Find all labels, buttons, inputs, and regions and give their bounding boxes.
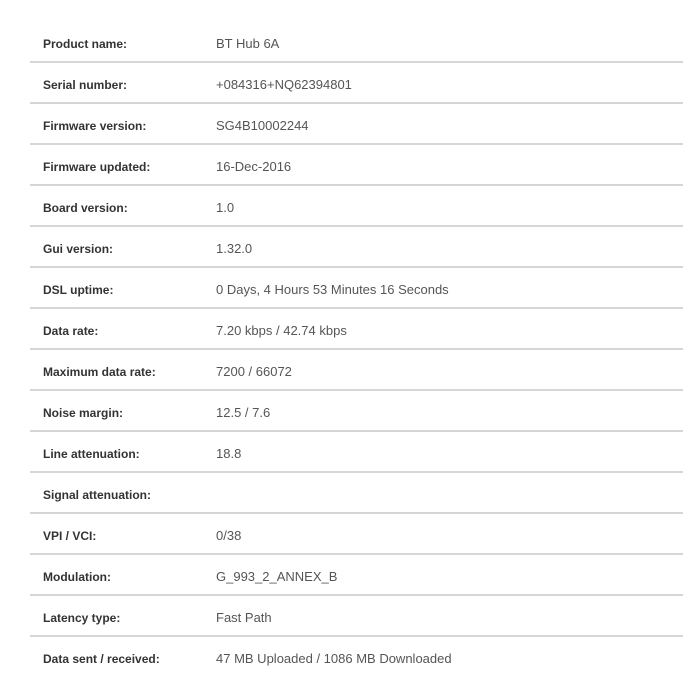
info-label: Data sent / received: — [43, 652, 160, 666]
info-row-line-attenuation: Line attenuation: 18.8 — [0, 432, 683, 473]
info-label: Board version: — [43, 201, 128, 215]
info-label: Firmware version: — [43, 119, 147, 133]
info-label: Gui version: — [43, 242, 114, 256]
info-value: G_993_2_ANNEX_B — [216, 569, 338, 584]
info-row-latency-type: Latency type: Fast Path — [0, 596, 683, 637]
info-label: Data rate: — [43, 324, 99, 338]
info-label: Product name: — [43, 37, 128, 51]
info-label: DSL uptime: — [43, 283, 114, 297]
info-row-maximum-data-rate: Maximum data rate: 7200 / 66072 — [0, 350, 683, 391]
info-row-firmware-updated: Firmware updated: 16-Dec-2016 — [0, 145, 683, 186]
info-row-serial-number: Serial number: +084316+NQ62394801 — [0, 63, 683, 104]
info-value: Fast Path — [216, 610, 272, 625]
info-row-gui-version: Gui version: 1.32.0 — [0, 227, 683, 268]
info-value: +084316+NQ62394801 — [216, 77, 352, 92]
info-value: 7200 / 66072 — [216, 364, 292, 379]
info-value: 16-Dec-2016 — [216, 159, 292, 174]
info-label: Latency type: — [43, 611, 121, 625]
info-value: 47 MB Uploaded / 1086 MB Downloaded — [216, 651, 452, 666]
info-value: 1.32.0 — [216, 241, 253, 256]
info-label: Serial number: — [43, 78, 128, 92]
info-label: VPI / VCI: — [43, 529, 97, 543]
info-row-noise-margin: Noise margin: 12.5 / 7.6 — [0, 391, 683, 432]
info-row-dsl-uptime: DSL uptime: 0 Days, 4 Hours 53 Minutes 1… — [0, 268, 683, 309]
info-row-signal-attenuation: Signal attenuation: — [0, 473, 683, 514]
info-label: Line attenuation: — [43, 447, 140, 461]
info-row-board-version: Board version: 1.0 — [0, 186, 683, 227]
info-row-vpi-vci: VPI / VCI: 0/38 — [0, 514, 683, 555]
info-row-data-sent-received: Data sent / received: 47 MB Uploaded / 1… — [0, 637, 683, 678]
info-label: Signal attenuation: — [43, 488, 151, 502]
info-row-data-rate: Data rate: 7.20 kbps / 42.74 kbps — [0, 309, 683, 350]
info-value: BT Hub 6A — [216, 36, 280, 51]
info-value: 18.8 — [216, 446, 242, 461]
info-value: SG4B10002244 — [216, 118, 309, 133]
info-label: Maximum data rate: — [43, 365, 156, 379]
info-value: 0 Days, 4 Hours 53 Minutes 16 Seconds — [216, 282, 449, 297]
hub-info-table: Product name: BT Hub 6A Serial number: +… — [0, 0, 683, 678]
info-row-product-name: Product name: BT Hub 6A — [0, 0, 683, 63]
info-value: 7.20 kbps / 42.74 kbps — [216, 323, 347, 338]
info-label: Noise margin: — [43, 406, 124, 420]
info-value: 0/38 — [216, 528, 242, 543]
info-label: Modulation: — [43, 570, 111, 584]
info-row-modulation: Modulation: G_993_2_ANNEX_B — [0, 555, 683, 596]
info-label: Firmware updated: — [43, 160, 151, 174]
info-value: 12.5 / 7.6 — [216, 405, 271, 420]
info-value: 1.0 — [216, 200, 235, 215]
info-row-firmware-version: Firmware version: SG4B10002244 — [0, 104, 683, 145]
